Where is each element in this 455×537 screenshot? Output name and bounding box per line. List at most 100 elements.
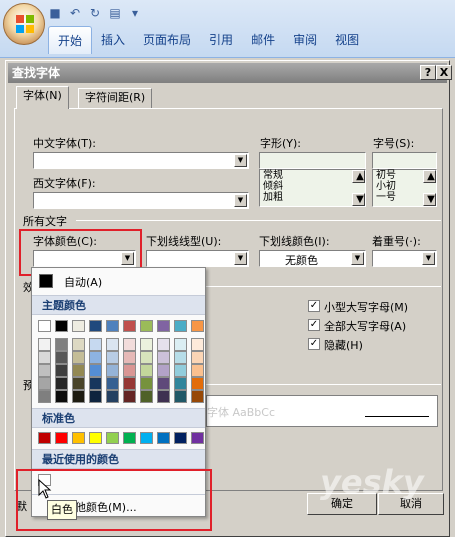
color-swatch[interactable] — [174, 377, 187, 390]
tab-references[interactable]: 引用 — [200, 26, 242, 54]
color-swatch[interactable] — [89, 364, 102, 377]
help-button[interactable]: ? — [420, 65, 436, 80]
underline-style-select[interactable]: ▼ — [146, 250, 249, 267]
color-swatch[interactable] — [38, 432, 51, 444]
size-input[interactable] — [372, 152, 437, 169]
save-icon[interactable]: ■ — [48, 6, 62, 20]
chevron-down-icon[interactable]: ▼ — [234, 252, 247, 265]
size-list[interactable]: 初号 小初 一号 ▲ ▼ — [372, 169, 437, 207]
customize-qat-icon[interactable]: ▾ — [128, 6, 142, 20]
chevron-down-icon[interactable]: ▼ — [234, 194, 247, 207]
color-swatch[interactable] — [55, 320, 68, 332]
scroll-down-icon[interactable]: ▼ — [352, 193, 365, 206]
color-swatch[interactable] — [191, 364, 204, 377]
close-button[interactable]: X — [436, 65, 452, 80]
tab-mailings[interactable]: 邮件 — [242, 26, 284, 54]
undo-icon[interactable]: ↶ — [68, 6, 82, 20]
color-swatch[interactable] — [140, 351, 153, 364]
color-swatch[interactable] — [38, 351, 51, 364]
color-swatch[interactable] — [72, 364, 85, 377]
color-swatch[interactable] — [55, 364, 68, 377]
color-swatch[interactable] — [72, 377, 85, 390]
tab-view[interactable]: 视图 — [326, 26, 368, 54]
color-swatch[interactable] — [106, 377, 119, 390]
list-item[interactable]: 加粗 — [260, 192, 365, 203]
print-preview-icon[interactable]: ▤ — [108, 6, 122, 20]
color-swatch[interactable] — [38, 364, 51, 377]
list-item[interactable]: 倾斜 — [260, 181, 365, 192]
tab-font[interactable]: 字体(N) — [16, 86, 69, 109]
color-swatch[interactable] — [106, 364, 119, 377]
color-swatch[interactable] — [123, 338, 136, 351]
color-swatch[interactable] — [157, 377, 170, 390]
color-swatch[interactable] — [72, 390, 85, 403]
color-swatch[interactable] — [140, 377, 153, 390]
color-swatch[interactable] — [38, 338, 51, 351]
color-swatch[interactable] — [174, 364, 187, 377]
tab-home[interactable]: 开始 — [48, 26, 93, 54]
color-swatch[interactable] — [123, 390, 136, 403]
color-swatch[interactable] — [191, 351, 204, 364]
color-swatch[interactable] — [89, 338, 102, 351]
redo-icon[interactable]: ↻ — [88, 6, 102, 20]
color-swatch[interactable] — [140, 320, 153, 332]
scroll-up-icon[interactable]: ▲ — [352, 170, 365, 183]
color-swatch[interactable] — [123, 351, 136, 364]
color-swatch[interactable] — [174, 338, 187, 351]
color-swatch[interactable] — [89, 320, 102, 332]
color-swatch[interactable] — [123, 377, 136, 390]
color-swatch[interactable] — [106, 432, 119, 444]
tab-insert[interactable]: 插入 — [92, 26, 134, 54]
style-list[interactable]: 常规 倾斜 加粗 ▲ ▼ — [259, 169, 366, 207]
color-swatch[interactable] — [106, 351, 119, 364]
western-font-select[interactable]: ▼ — [33, 192, 249, 209]
color-swatch[interactable] — [174, 432, 187, 444]
color-swatch[interactable] — [140, 390, 153, 403]
color-swatch[interactable] — [157, 432, 170, 444]
color-swatch[interactable] — [72, 351, 85, 364]
color-swatch[interactable] — [38, 390, 51, 403]
color-swatch[interactable] — [38, 320, 51, 332]
color-swatch[interactable] — [55, 338, 68, 351]
tab-review[interactable]: 审阅 — [284, 26, 326, 54]
color-swatch[interactable] — [55, 390, 68, 403]
tab-character-spacing[interactable]: 字符间距(R) — [78, 88, 153, 108]
color-swatch[interactable] — [106, 320, 119, 332]
list-item[interactable]: 常规 — [260, 170, 365, 181]
color-swatch[interactable] — [72, 338, 85, 351]
small-caps-checkbox[interactable]: ✓ — [308, 300, 320, 312]
chevron-down-icon[interactable]: ▼ — [234, 154, 247, 167]
color-swatch[interactable] — [191, 377, 204, 390]
color-swatch[interactable] — [55, 432, 68, 444]
color-swatch[interactable] — [72, 432, 85, 444]
color-swatch[interactable] — [140, 338, 153, 351]
chinese-font-select[interactable]: ▼ — [33, 152, 249, 169]
color-swatch[interactable] — [140, 432, 153, 444]
color-swatch[interactable] — [157, 320, 170, 332]
color-swatch[interactable] — [157, 351, 170, 364]
color-swatch[interactable] — [123, 320, 136, 332]
color-swatch[interactable] — [38, 377, 51, 390]
color-swatch[interactable] — [72, 320, 85, 332]
color-swatch[interactable] — [191, 338, 204, 351]
color-swatch[interactable] — [191, 390, 204, 403]
color-swatch[interactable] — [174, 390, 187, 403]
tab-page-layout[interactable]: 页面布局 — [134, 26, 200, 54]
color-swatch[interactable] — [157, 338, 170, 351]
color-swatch[interactable] — [89, 390, 102, 403]
scroll-up-icon[interactable]: ▲ — [423, 170, 436, 183]
style-input[interactable] — [259, 152, 366, 169]
hidden-checkbox[interactable]: ✓ — [308, 338, 320, 350]
color-swatch[interactable] — [106, 338, 119, 351]
color-swatch[interactable] — [191, 320, 204, 332]
color-swatch[interactable] — [89, 377, 102, 390]
color-swatch[interactable] — [123, 432, 136, 444]
chevron-down-icon[interactable]: ▼ — [351, 252, 364, 265]
chevron-down-icon[interactable]: ▼ — [422, 252, 435, 265]
office-button[interactable] — [3, 3, 45, 45]
color-swatch[interactable] — [157, 364, 170, 377]
underline-color-select[interactable]: 无颜色 ▼ — [259, 250, 366, 267]
color-swatch[interactable] — [174, 351, 187, 364]
all-caps-checkbox[interactable]: ✓ — [308, 319, 320, 331]
color-swatch[interactable] — [174, 320, 187, 332]
